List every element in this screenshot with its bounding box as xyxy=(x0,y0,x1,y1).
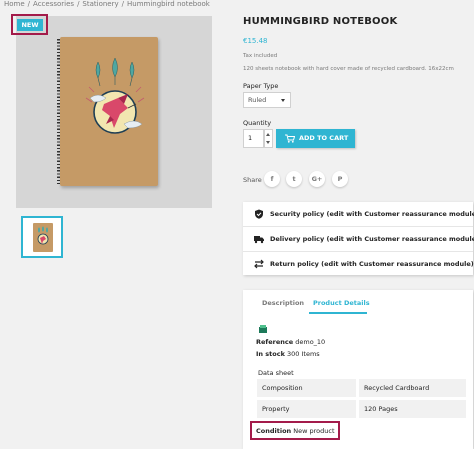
breadcrumb-home[interactable]: Home xyxy=(4,0,25,8)
cart-icon xyxy=(285,134,295,143)
stock-value: 300 Items xyxy=(287,350,320,358)
active-tab-indicator xyxy=(309,312,367,314)
product-condition: Condition New product xyxy=(256,427,335,435)
condition-label: Condition xyxy=(256,427,292,435)
product-stock: In stock 300 Items xyxy=(256,350,320,358)
datasheet-name: Composition xyxy=(257,379,356,397)
reassurance-return: Return policy (edit with Customer reassu… xyxy=(243,252,474,276)
truck-icon xyxy=(254,236,264,244)
product-price: €15.48 xyxy=(243,37,268,45)
reassurance-delivery: Delivery policy (edit with Customer reas… xyxy=(243,227,474,251)
pinterest-icon[interactable]: P xyxy=(332,171,348,187)
shield-icon xyxy=(255,209,263,219)
reference-label: Reference xyxy=(256,338,294,346)
decrement-icon[interactable] xyxy=(266,141,270,144)
reassurance-return-text: Return policy (edit with Customer reassu… xyxy=(270,260,474,268)
google-plus-icon[interactable]: G+ xyxy=(309,171,325,187)
add-to-cart-label: ADD TO CART xyxy=(299,134,349,142)
breadcrumb-accessories[interactable]: Accessories xyxy=(33,0,74,8)
datasheet-title: Data sheet xyxy=(258,369,294,377)
paper-type-label: Paper Type xyxy=(243,82,279,90)
breadcrumb-separator: / xyxy=(77,0,80,8)
breadcrumb-current: Hummingbird notebook xyxy=(127,0,210,8)
increment-icon[interactable] xyxy=(266,133,270,136)
return-arrows-icon xyxy=(254,259,264,269)
paper-type-value: Ruled xyxy=(248,96,267,104)
facebook-icon[interactable]: f xyxy=(264,171,280,187)
product-thumbnail[interactable] xyxy=(21,216,63,258)
tab-description[interactable]: Description xyxy=(262,299,304,307)
product-tabs-panel: Description Product Details Reference de… xyxy=(243,290,473,449)
product-reference: Reference demo_10 xyxy=(256,338,325,346)
reference-value: demo_10 xyxy=(295,338,326,346)
reassurance-security-text: Security policy (edit with Customer reas… xyxy=(270,210,474,218)
twitter-icon[interactable]: t xyxy=(286,171,302,187)
quantity-stepper[interactable] xyxy=(264,129,273,148)
quantity-input[interactable]: 1 xyxy=(243,129,264,148)
paper-type-select[interactable]: Ruled xyxy=(243,92,291,108)
product-title: HUMMINGBIRD NOTEBOOK xyxy=(243,16,398,27)
reassurance-security: Security policy (edit with Customer reas… xyxy=(243,202,474,226)
new-badge: NEW xyxy=(17,19,43,31)
thumbnail-notebook xyxy=(33,223,53,252)
datasheet-value: 120 Pages xyxy=(359,400,466,418)
quantity-label: Quantity xyxy=(243,119,272,127)
condition-value: New product xyxy=(293,427,335,435)
breadcrumb: Home / Accessories / Stationery / Hummingbird … xyxy=(4,0,210,10)
breadcrumb-stationery[interactable]: Stationery xyxy=(82,0,118,8)
tax-label: Tax included xyxy=(243,53,278,59)
add-to-cart-button[interactable]: ADD TO CART xyxy=(276,129,355,148)
hummingbird-illustration xyxy=(85,58,145,134)
datasheet-value: Recycled Cardboard xyxy=(359,379,466,397)
product-description: 120 sheets notebook with hard cover made… xyxy=(243,66,454,72)
datasheet-name: Property xyxy=(257,400,356,418)
share-label: Share xyxy=(243,176,262,184)
stock-label: In stock xyxy=(256,350,285,358)
tab-product-details[interactable]: Product Details xyxy=(313,299,370,307)
breadcrumb-separator: / xyxy=(27,0,31,8)
reassurance-delivery-text: Delivery policy (edit with Customer reas… xyxy=(270,235,474,243)
reassurance-block: Security policy (edit with Customer reas… xyxy=(243,202,474,276)
breadcrumb-separator: / xyxy=(121,0,124,8)
thumbnail-hummingbird-icon xyxy=(37,226,49,245)
brand-logo-icon xyxy=(259,325,267,333)
chevron-down-icon xyxy=(281,99,285,102)
